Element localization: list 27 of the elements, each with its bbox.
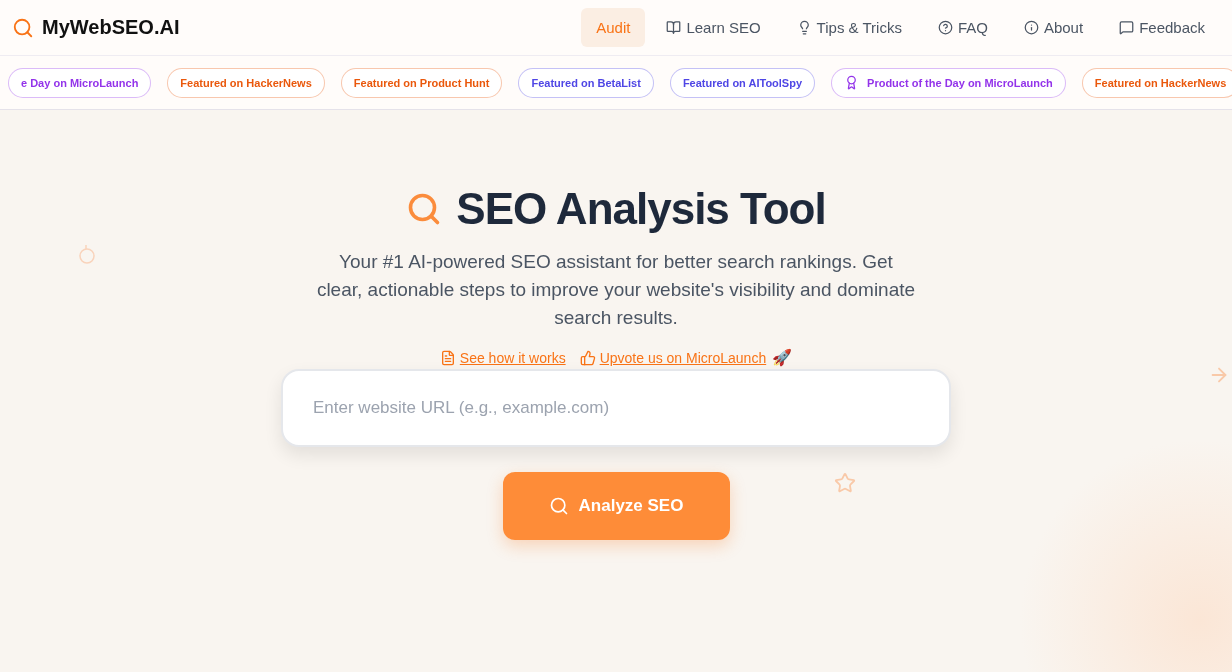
brand-name[interactable]: MyWebSEO.AI xyxy=(42,16,180,39)
url-input-field[interactable]: Enter website URL (e.g., example.com) xyxy=(281,369,951,447)
search-icon xyxy=(12,16,34,39)
subtitle: Your #1 AI-powered SEO assistant for better search rankings. Get clear, actionable steps to improve your website's visibility and dominate search results. xyxy=(316,250,916,330)
featured-badge[interactable]: Product of the Day on MicroLaunch xyxy=(831,67,1066,98)
document-icon xyxy=(439,349,456,366)
featured-badge[interactable]: Featured on HackerNews xyxy=(1081,67,1232,98)
nav-link[interactable]: FAQ xyxy=(922,8,1003,47)
page-title: SEO Analysis Tool xyxy=(456,184,826,234)
featured-badge[interactable]: e Day on MicroLaunch xyxy=(8,67,152,98)
nav-link[interactable]: Feedback xyxy=(1104,8,1220,47)
message-icon xyxy=(1119,20,1135,35)
book-icon xyxy=(666,20,682,35)
ring-icon xyxy=(78,243,96,265)
rocket-emoji: 🚀 xyxy=(772,348,793,367)
nav-link[interactable]: Learn SEO xyxy=(651,8,776,47)
nav-link[interactable]: About xyxy=(1008,8,1099,47)
search-icon xyxy=(548,496,569,516)
nav-link[interactable]: Tips & Tricks xyxy=(781,8,917,47)
star-icon xyxy=(834,472,856,494)
help-icon xyxy=(937,20,953,35)
featured-badge[interactable]: Featured on BetaList xyxy=(518,67,654,98)
info-icon xyxy=(1023,20,1039,35)
thumb-icon xyxy=(579,349,596,366)
featured-badge[interactable]: Featured on Product Hunt xyxy=(340,67,503,98)
featured-badge[interactable]: Featured on HackerNews xyxy=(167,67,325,98)
featured-badge[interactable]: Featured on AIToolSpy xyxy=(669,67,816,98)
